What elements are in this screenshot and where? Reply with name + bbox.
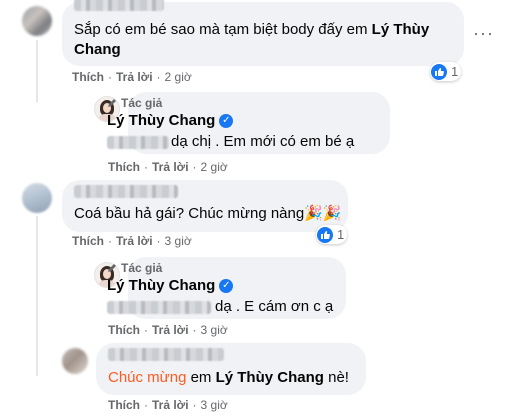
author-name[interactable]: Lý Thùy Chang: [107, 112, 215, 129]
verified-badge-icon: ✓: [219, 113, 234, 128]
like-link[interactable]: Thích: [72, 70, 104, 84]
reply-content: Tác giả Lý Thùy Chang ✓ dạ . E cám ơn c …: [107, 261, 347, 317]
blurred-author-name[interactable]: [74, 0, 164, 11]
author-name[interactable]: Lý Thùy Chang: [107, 277, 215, 294]
pen-icon: [108, 99, 116, 107]
reply-content: Tác giả Lý Thùy Chang ✓ dạ chị . Em mới …: [107, 96, 367, 152]
thread-line: [36, 216, 38, 376]
comment-actions: Thích · Trả lời · 2 giờ: [108, 160, 228, 174]
comment-text: Coá bầu hả gái? Chúc mừng nàng🎉🎉: [74, 205, 342, 222]
reply-link[interactable]: Trả lời: [152, 323, 189, 337]
like-link[interactable]: Thích: [108, 323, 140, 337]
timestamp[interactable]: 3 giờ: [165, 234, 192, 248]
like-link[interactable]: Thích: [108, 160, 140, 174]
verified-badge-icon: ✓: [219, 278, 234, 293]
party-emoji: 🎉🎉: [304, 205, 342, 222]
comment-bubble: Sắp có em bé sao mà tạm biệt body đấy em…: [62, 0, 464, 66]
mention-link[interactable]: Lý Thùy Chang: [216, 369, 324, 386]
highlighted-text: Chúc mừng: [108, 369, 187, 386]
like-link[interactable]: Thích: [72, 234, 104, 248]
like-reaction-icon: [431, 63, 447, 80]
reply-link[interactable]: Trả lời: [116, 70, 153, 84]
blurred-author-name[interactable]: [74, 185, 178, 198]
reaction-summary[interactable]: 1: [430, 62, 462, 81]
timestamp[interactable]: 3 giờ: [201, 398, 228, 412]
timestamp[interactable]: 3 giờ: [201, 323, 228, 337]
reply-link[interactable]: Trả lời: [116, 234, 153, 248]
pen-icon: [108, 264, 116, 272]
like-link[interactable]: Thích: [108, 398, 140, 412]
more-dots-icon[interactable]: ···: [473, 24, 494, 42]
reply-text: dạ chị . Em mới có em bé ạ: [171, 133, 355, 150]
comment-actions: Thích · Trả lời · 2 giờ: [72, 70, 192, 84]
comment-actions: Thích · Trả lời · 3 giờ: [108, 323, 228, 337]
like-reaction-icon: [317, 226, 333, 243]
blurred-author-name[interactable]: [108, 348, 224, 361]
avatar[interactable]: [22, 6, 52, 36]
avatar[interactable]: [22, 183, 52, 213]
blurred-mention[interactable]: [107, 300, 211, 314]
author-badge: Tác giả: [107, 261, 347, 275]
reaction-summary[interactable]: 1: [316, 225, 348, 244]
comment-actions: Thích · Trả lời · 3 giờ: [108, 398, 228, 412]
timestamp[interactable]: 2 giờ: [201, 160, 228, 174]
comment-actions: Thích · Trả lời · 3 giờ: [72, 234, 192, 248]
comment-text: Sắp có em bé sao mà tạm biệt body đấy em…: [74, 21, 430, 58]
avatar[interactable]: [62, 348, 88, 374]
comment-text: Chúc mừng em Lý Thùy Chang nè!: [108, 369, 349, 386]
reply-text: dạ . E cám ơn c ạ: [215, 298, 334, 315]
reply-link[interactable]: Trả lời: [152, 160, 189, 174]
reply-link[interactable]: Trả lời: [152, 398, 189, 412]
blurred-mention[interactable]: [107, 135, 169, 149]
thread-line: [36, 40, 38, 102]
author-badge: Tác giả: [107, 96, 367, 110]
timestamp[interactable]: 2 giờ: [165, 70, 192, 84]
